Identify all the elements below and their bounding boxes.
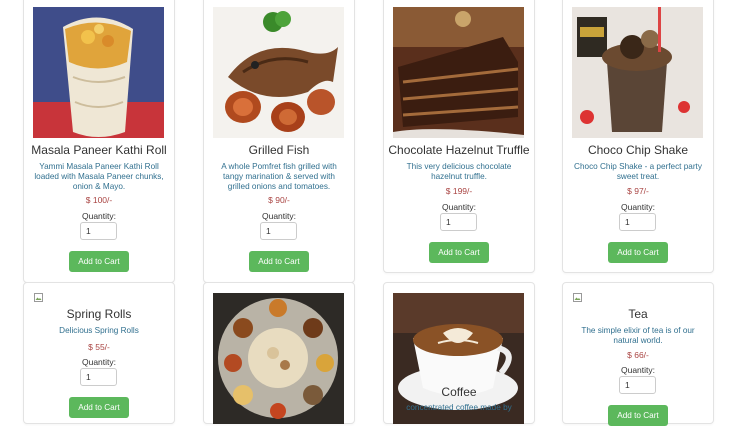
product-description: This very delicious chocolate hazelnut t…	[406, 162, 512, 181]
product-description: concentrated coffee made by	[406, 403, 512, 412]
product-price: $ 100/-	[85, 195, 113, 205]
truffle-cake-photo	[393, 7, 524, 138]
quantity-label: Quantity:	[81, 357, 117, 367]
product-card: Grilled Fish A whole Pomfret fish grille…	[203, 0, 355, 283]
add-to-cart-button[interactable]: Add to Cart	[249, 251, 309, 272]
quantity-input[interactable]	[619, 213, 656, 231]
product-card: Choco Chip Shake Choco Chip Shake - a pe…	[562, 0, 714, 273]
product-card: Coffee concentrated coffee made by	[383, 282, 535, 424]
shake-photo	[572, 7, 703, 138]
quantity-input[interactable]	[440, 213, 477, 231]
kathi-roll-photo	[33, 7, 164, 138]
quantity-input[interactable]	[619, 376, 656, 394]
product-name: Masala Paneer Kathi Roll	[31, 143, 167, 157]
quantity-label: Quantity:	[81, 211, 117, 221]
product-price: $ 199/-	[445, 186, 473, 196]
product-name: Chocolate Hazelnut Truffle	[388, 143, 530, 157]
add-to-cart-button[interactable]: Add to Cart	[608, 405, 668, 426]
product-description: Delicious Spring Rolls	[59, 326, 139, 335]
product-name: Coffee	[441, 385, 477, 399]
product-price: $ 97/-	[627, 186, 649, 196]
quantity-input[interactable]	[80, 368, 117, 386]
quantity-input[interactable]	[260, 222, 297, 240]
product-price: $ 90/-	[268, 195, 290, 205]
quantity-label: Quantity:	[620, 202, 656, 212]
product-price: $ 66/-	[627, 350, 649, 360]
product-description: A whole Pomfret fish grilled with tangy …	[221, 162, 337, 191]
product-name: Spring Rolls	[66, 307, 132, 321]
product-description: Yammi Masala Paneer Kathi Roll loaded wi…	[34, 162, 164, 191]
quantity-label: Quantity:	[441, 202, 477, 212]
product-name: Grilled Fish	[248, 143, 310, 157]
broken-image-icon	[573, 293, 582, 302]
broken-image-icon	[34, 293, 43, 302]
product-card	[203, 282, 355, 424]
add-to-cart-button[interactable]: Add to Cart	[69, 251, 129, 272]
quantity-input[interactable]	[80, 222, 117, 240]
product-name: Tea	[628, 307, 648, 321]
product-name: Choco Chip Shake	[587, 143, 689, 157]
add-to-cart-button[interactable]: Add to Cart	[429, 242, 489, 263]
add-to-cart-button[interactable]: Add to Cart	[69, 397, 129, 418]
thali-photo	[213, 293, 344, 424]
product-price: $ 55/-	[88, 342, 110, 352]
quantity-label: Quantity:	[620, 365, 656, 375]
grilled-fish-photo	[213, 7, 344, 138]
product-card: Tea The simple elixir of tea is of our n…	[562, 282, 714, 426]
quantity-label: Quantity:	[261, 211, 297, 221]
product-description: Choco Chip Shake - a perfect party sweet…	[574, 162, 702, 181]
product-card: Masala Paneer Kathi Roll Yammi Masala Pa…	[23, 0, 175, 283]
product-description: The simple elixir of tea is of our natur…	[581, 326, 695, 345]
product-card: Chocolate Hazelnut Truffle This very del…	[383, 0, 535, 273]
add-to-cart-button[interactable]: Add to Cart	[608, 242, 668, 263]
product-card: Spring Rolls Delicious Spring Rolls $ 55…	[23, 282, 175, 424]
